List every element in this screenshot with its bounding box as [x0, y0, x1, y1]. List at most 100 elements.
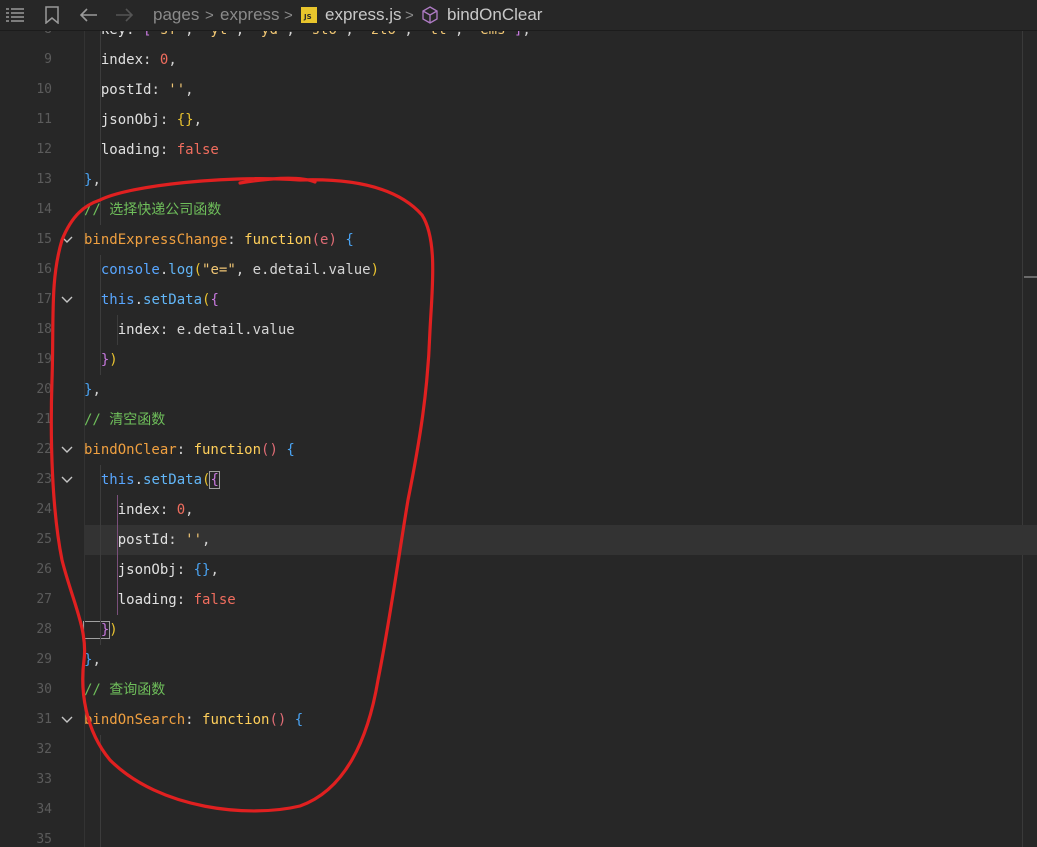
code-token: index: [84, 322, 160, 338]
chevron-down-icon[interactable]: [58, 285, 76, 315]
code-token: bindOnClear: [84, 442, 177, 458]
code-line[interactable]: index: e.detail.value: [84, 315, 295, 345]
breadcrumb-item-file[interactable]: express.js: [325, 5, 402, 25]
code-line[interactable]: },: [84, 645, 101, 675]
code-token: ,: [202, 532, 211, 548]
code-token: this: [84, 472, 135, 488]
line-number: 22: [36, 442, 52, 457]
code-token: (: [311, 232, 321, 248]
code-token: , e.detail.value: [235, 262, 371, 278]
code-token: jsonObj: [84, 562, 177, 578]
code-token: {}: [176, 112, 194, 128]
overview-ruler[interactable]: [1022, 31, 1023, 847]
line-number: 31: [36, 712, 52, 727]
code-line[interactable]: key: ['sf', 'yt', 'yd', 'sto', 'zto', 't…: [84, 31, 531, 45]
code-token: ,: [92, 382, 101, 398]
breadcrumb-item-symbol[interactable]: bindOnClear: [447, 5, 542, 25]
chevron-down-icon[interactable]: [58, 705, 76, 735]
code-token: ): [328, 232, 337, 248]
line-number: 32: [36, 742, 52, 757]
code-token: {: [345, 232, 354, 248]
code-token: : e.detail.value: [159, 322, 295, 338]
code-token: {: [294, 712, 304, 728]
breadcrumb-item-pages[interactable]: pages: [153, 5, 199, 25]
code-token: false: [176, 142, 219, 158]
code-line[interactable]: postId: '',: [84, 525, 211, 555]
line-number: 8: [0, 31, 52, 45]
line-number: 10: [36, 82, 52, 97]
code-token: :: [159, 142, 177, 158]
code-token: ,: [345, 31, 362, 38]
chevron-down-icon[interactable]: [58, 435, 76, 465]
line-number: 18: [36, 322, 52, 337]
code-token: {: [209, 471, 220, 489]
code-line[interactable]: },: [84, 165, 101, 195]
code-token: :: [159, 112, 177, 128]
code-token: function: [244, 232, 312, 248]
code-token: ,: [193, 112, 203, 128]
code-line[interactable]: jsonObj: {},: [84, 105, 202, 135]
cube-symbol-icon: [420, 0, 440, 30]
code-token: ,: [210, 562, 219, 578]
code-token: :: [176, 562, 194, 578]
code-line[interactable]: this.setData({: [84, 285, 219, 315]
bookmark-icon[interactable]: [43, 0, 61, 30]
code-token: {: [210, 292, 219, 308]
code-line[interactable]: // 查询函数: [84, 675, 165, 705]
code-token: 'tt': [421, 31, 455, 38]
code-token: // 选择快递公司函数: [84, 202, 222, 218]
code-token: ): [109, 622, 118, 638]
line-number: 33: [36, 772, 52, 787]
line-number: 21: [36, 412, 52, 427]
code-token: :: [227, 232, 245, 248]
code-line[interactable]: // 清空函数: [84, 405, 165, 435]
back-arrow-icon[interactable]: [78, 0, 100, 30]
code-token: postId: [84, 532, 169, 548]
code-line[interactable]: jsonObj: {},: [84, 555, 219, 585]
indent-guide: [100, 735, 101, 847]
line-number: 34: [36, 802, 52, 817]
code-line[interactable]: this.setData({: [84, 465, 220, 495]
code-token: ,: [185, 82, 194, 98]
code-line[interactable]: loading: false: [84, 585, 236, 615]
code-token: 0: [176, 502, 186, 518]
code-line[interactable]: // 选择快递公司函数: [84, 195, 221, 225]
code-token: 'zto': [362, 31, 404, 38]
code-token: // 查询函数: [84, 682, 166, 698]
code-line[interactable]: bindOnClear: function() {: [84, 435, 295, 465]
code-token: ,: [455, 31, 472, 38]
code-editor[interactable]: 8 key: ['sf', 'yt', 'yd', 'sto', 'zto', …: [0, 31, 1037, 847]
line-number: 27: [36, 592, 52, 607]
code-line[interactable]: loading: false: [84, 135, 219, 165]
breadcrumb-separator: >: [405, 7, 414, 24]
chevron-down-icon[interactable]: [58, 225, 76, 255]
code-token: ,: [236, 31, 253, 38]
code-token: "e=": [202, 262, 236, 278]
code-token: loading: [84, 142, 160, 158]
forward-arrow-icon[interactable]: [113, 0, 135, 30]
code-token: ): [109, 352, 118, 368]
chevron-down-icon[interactable]: [58, 465, 76, 495]
breadcrumb-item-express[interactable]: express: [220, 5, 280, 25]
list-icon[interactable]: [4, 0, 26, 30]
code-token: :: [168, 532, 186, 548]
breadcrumb-separator: >: [205, 7, 214, 24]
code-line[interactable]: console.log("e=", e.detail.value): [84, 255, 379, 285]
code-token: ,: [185, 31, 202, 38]
line-number: 23: [36, 472, 52, 487]
code-token: ,: [168, 52, 177, 68]
code-token: loading: [84, 592, 177, 608]
code-token: function: [202, 712, 270, 728]
indent-guide: [100, 31, 101, 225]
code-line[interactable]: bindOnSearch: function() {: [84, 705, 303, 735]
code-token: bindExpressChange: [84, 232, 228, 248]
code-line[interactable]: bindExpressChange: function(e) {: [84, 225, 354, 255]
code-line[interactable]: index: 0,: [84, 45, 177, 75]
code-token: 'ems': [472, 31, 514, 38]
code-line[interactable]: },: [84, 375, 101, 405]
code-token: false: [193, 592, 236, 608]
code-token: function: [193, 442, 262, 458]
code-token: this: [84, 292, 135, 308]
code-token: index: [84, 52, 144, 68]
